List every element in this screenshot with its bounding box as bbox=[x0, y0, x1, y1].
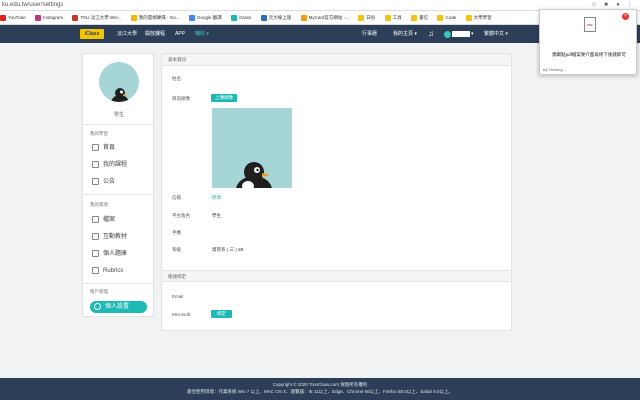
microsoft-binding-label: Microsoft bbox=[172, 312, 191, 317]
divider bbox=[83, 283, 155, 284]
current-avatar-image bbox=[212, 108, 292, 188]
menu-icon[interactable]: ⋮ bbox=[626, 1, 634, 9]
nav-item-home[interactable]: 我的主頁 ▾ bbox=[393, 25, 417, 43]
email-label: 信箱 bbox=[172, 195, 181, 200]
notification-message: 偶爾點pdf檔案要介面再修下後鏈即可 bbox=[552, 52, 626, 57]
sidebar-item-announcements[interactable]: 公告 bbox=[92, 178, 115, 187]
nav-item-app[interactable]: APP bbox=[175, 25, 185, 43]
profile-avatar bbox=[99, 62, 139, 102]
department-label: 系級 bbox=[172, 247, 181, 252]
bookmark-folder[interactable]: 書信 bbox=[411, 11, 428, 24]
section-title-learning: 我的學習 bbox=[90, 131, 108, 136]
bookmark-item[interactable]: Instagram bbox=[35, 11, 63, 24]
settings-panel: 基本資訊 姓名 目前頭像 上傳頭像 信箱 修改 平台角色 學生 手機 系級 資管… bbox=[161, 53, 512, 331]
sidebar-item-question-bank[interactable]: 個人題庫 bbox=[92, 250, 127, 259]
sidebar-item-home[interactable]: 首頁 bbox=[92, 144, 115, 153]
footer-copyright: Copyright © 2020 TronClass.com 保留所有權利 bbox=[272, 382, 368, 387]
bookmark-item[interactable]: Google 翻譯 bbox=[188, 11, 222, 24]
close-icon[interactable]: × bbox=[622, 13, 629, 20]
nav-item-school[interactable]: 淡江大學 bbox=[117, 25, 137, 43]
avatar-label: 目前頭像 bbox=[172, 96, 190, 101]
sidebar: 學生 我的學習 首頁 我的課程 公告 我的資源 檔案 互動教材 個人題庫 Rub… bbox=[82, 53, 155, 317]
file-icon bbox=[92, 216, 99, 223]
home-icon bbox=[92, 144, 99, 151]
sidebar-item-files[interactable]: 檔案 bbox=[92, 216, 115, 225]
chevron-down-icon[interactable]: ▾ bbox=[471, 25, 474, 43]
bookmark-folder[interactable]: 工具 bbox=[384, 11, 402, 24]
notification-source: by Yicheng bbox=[543, 67, 563, 72]
star-icon[interactable]: ☆ bbox=[590, 1, 598, 9]
book-icon bbox=[92, 161, 99, 168]
rubric-icon bbox=[92, 267, 99, 274]
role-label: 平台角色 bbox=[172, 213, 190, 218]
phone-label: 手機 bbox=[172, 230, 181, 235]
bookmark-folder[interactable]: Code bbox=[437, 11, 456, 24]
language-selector[interactable]: 繁體中文 ▾ bbox=[484, 25, 508, 43]
extension-icon[interactable]: ■ bbox=[602, 1, 610, 9]
department-value: 資管系 ( 三 ) 3B bbox=[212, 247, 244, 252]
microsoft-bind-button[interactable]: 綁定 bbox=[211, 310, 232, 318]
pdf-file-icon: PDF bbox=[584, 17, 596, 32]
bookmark-item[interactable]: TKU 淡江大學 Wel... bbox=[72, 11, 121, 24]
sidebar-item-interactive-materials[interactable]: 互動教材 bbox=[92, 233, 127, 242]
bookmark-item[interactable]: iClass bbox=[231, 11, 251, 24]
section-title-account: 帳戶管理 bbox=[90, 289, 108, 294]
avatar[interactable] bbox=[444, 31, 451, 38]
bookmark-folder[interactable]: 大學學習 bbox=[465, 11, 492, 24]
user-role: 學生 bbox=[113, 112, 124, 118]
megaphone-icon bbox=[92, 178, 99, 185]
sidebar-item-courses[interactable]: 我的課程 bbox=[92, 161, 127, 170]
role-value: 學生 bbox=[212, 213, 221, 218]
upload-avatar-button[interactable]: 上傳頭像 bbox=[211, 94, 237, 102]
edit-email-link[interactable]: 修改 bbox=[212, 195, 221, 201]
url-text[interactable]: ku.edu.tw/user/settings bbox=[2, 2, 63, 8]
footer-compatibility: 最佳使用環境：作業系統 Win 7 以上、MAC OS X、瀏覽器：IE 11以… bbox=[187, 389, 453, 394]
user-icon bbox=[94, 302, 101, 310]
nav-item-help[interactable]: 輔助 ▾ bbox=[195, 25, 209, 43]
email-binding-label: Email bbox=[172, 294, 184, 299]
bookmark-item[interactable]: YouTube bbox=[0, 11, 26, 24]
section-header-binding: 帳號綁定 bbox=[162, 270, 511, 282]
bookmark-item[interactable]: 元大線上速 bbox=[260, 11, 291, 24]
sidebar-item-rubrics[interactable]: Rubrics bbox=[92, 267, 123, 276]
document-icon bbox=[92, 233, 99, 240]
bookmark-item[interactable]: 我的雲端硬碟 - Go... bbox=[130, 11, 180, 24]
nav-item-calendar[interactable]: 行事曆 bbox=[362, 25, 377, 43]
divider bbox=[83, 194, 155, 195]
question-bank-icon bbox=[92, 250, 99, 257]
bell-icon[interactable]: ♫ bbox=[427, 29, 435, 39]
sidebar-item-personal-settings[interactable]: 個人設置 bbox=[90, 301, 147, 313]
bookmark-folder[interactable]: 日份 bbox=[358, 11, 375, 24]
notification-popup[interactable]: PDF × 偶爾點pdf檔案要介面再修下後鏈即可 by Yicheng bbox=[539, 9, 637, 75]
user-name-chip[interactable] bbox=[452, 31, 470, 37]
site-logo[interactable]: iClass bbox=[80, 29, 104, 39]
nav-item-open-courses[interactable]: 開放課程 bbox=[145, 25, 165, 43]
divider bbox=[83, 124, 155, 125]
section-title-resources: 我的資源 bbox=[90, 202, 108, 207]
footer: Copyright © 2020 TronClass.com 保留所有權利 最佳… bbox=[0, 378, 640, 400]
bookmark-item[interactable]: MyCard官方網站 -... bbox=[300, 11, 349, 24]
extension-icon[interactable]: ● bbox=[614, 1, 622, 9]
section-header-basic: 基本資訊 bbox=[162, 54, 511, 66]
name-label: 姓名 bbox=[172, 76, 181, 81]
